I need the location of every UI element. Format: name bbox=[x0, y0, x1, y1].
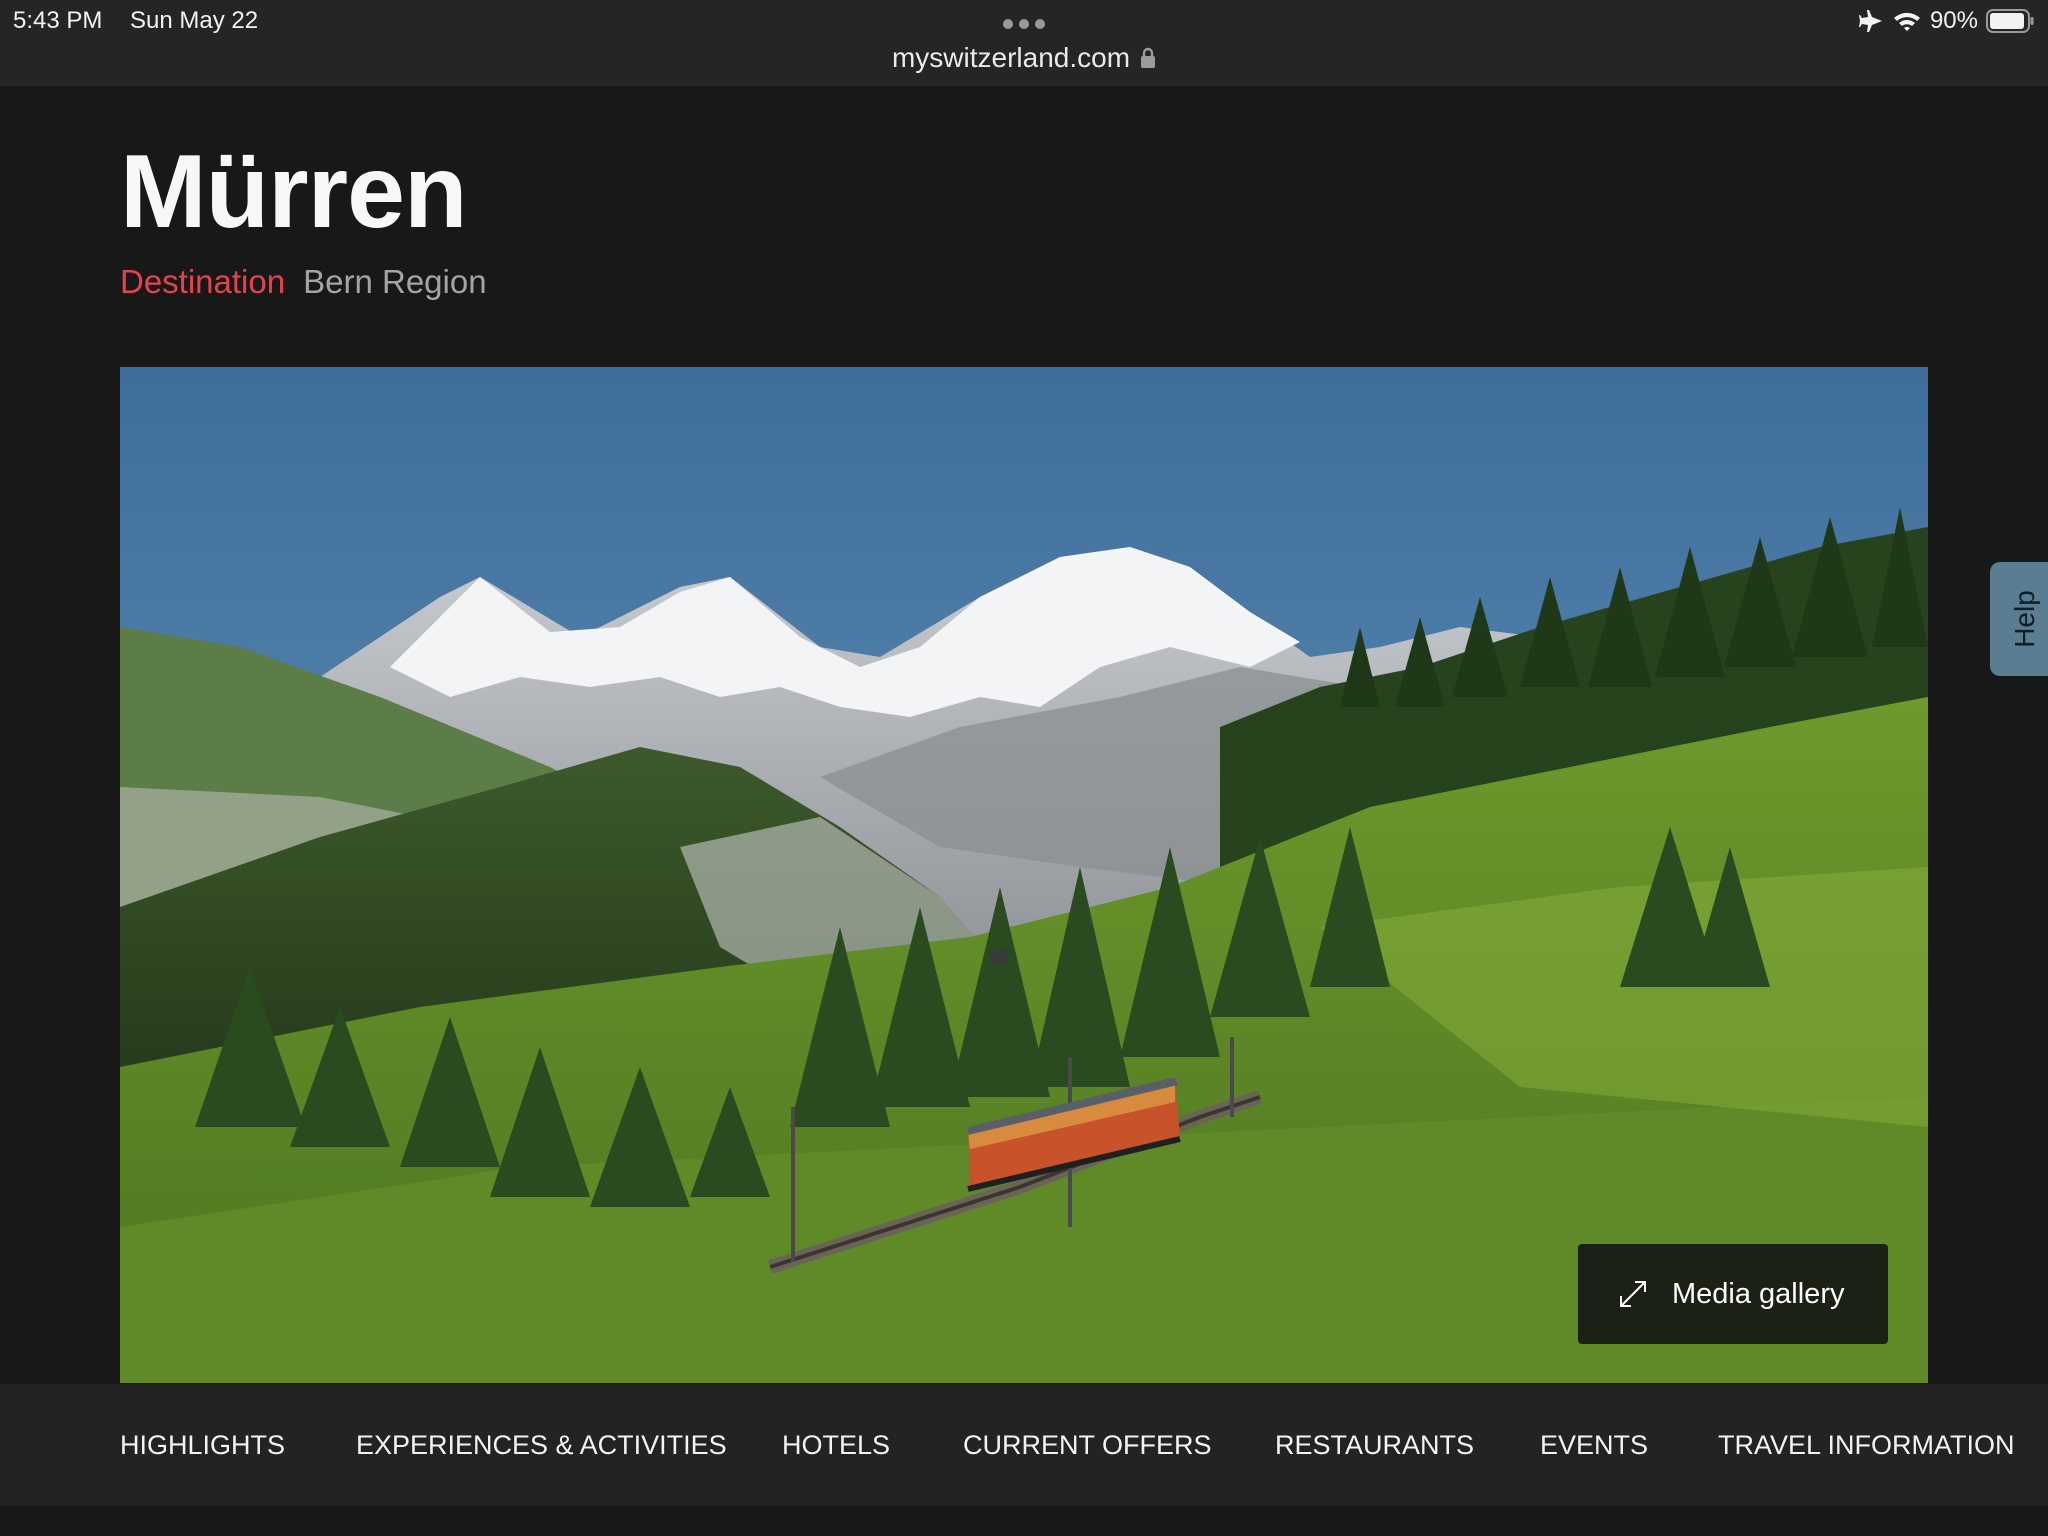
more-dots-icon[interactable] bbox=[1001, 18, 1047, 30]
battery-icon bbox=[1986, 9, 2034, 33]
nav-travel-information[interactable]: TRAVEL INFORMATION bbox=[1718, 1384, 2015, 1506]
help-label: Help bbox=[2009, 590, 2040, 648]
wifi-icon bbox=[1893, 12, 1920, 31]
page: 5:43 PM Sun May 22 myswitzerland.com 90% bbox=[0, 0, 2048, 1536]
nav-current-offers[interactable]: CURRENT OFFERS bbox=[963, 1384, 1212, 1506]
airplane-icon bbox=[1858, 10, 1882, 32]
url-text: myswitzerland.com bbox=[891, 42, 1131, 73]
destination-type-link[interactable]: Destination bbox=[120, 263, 285, 301]
lock-icon bbox=[1141, 47, 1156, 68]
nav-events[interactable]: EVENTS bbox=[1540, 1384, 1648, 1506]
status-time: 5:43 PM bbox=[13, 7, 103, 34]
media-gallery-label: Media gallery bbox=[1672, 1277, 1845, 1310]
media-gallery-button[interactable]: Media gallery bbox=[1578, 1244, 1888, 1344]
status-right: 90% bbox=[1858, 5, 2034, 37]
region-link[interactable]: Bern Region bbox=[303, 263, 486, 301]
address-bar[interactable]: myswitzerland.com bbox=[0, 40, 2048, 76]
battery-percent: 90% bbox=[1929, 7, 1978, 34]
nav-highlights[interactable]: HIGHLIGHTS bbox=[120, 1384, 285, 1506]
help-tab[interactable]: Help bbox=[1990, 562, 2048, 676]
nav-restaurants[interactable]: RESTAURANTS bbox=[1275, 1384, 1474, 1506]
hero-image[interactable] bbox=[120, 367, 1928, 1383]
nav-hotels[interactable]: HOTELS bbox=[782, 1384, 890, 1506]
nav-experiences-activities[interactable]: EXPERIENCES & ACTIVITIES bbox=[356, 1384, 727, 1506]
expand-icon bbox=[1620, 1281, 1646, 1307]
hero-landscape bbox=[120, 367, 1928, 1383]
status-bar: 5:43 PM Sun May 22 myswitzerland.com 90% bbox=[0, 0, 2048, 86]
status-date: Sun May 22 bbox=[130, 7, 259, 34]
breadcrumb: Destination Bern Region bbox=[120, 263, 487, 301]
page-title: Mürren bbox=[120, 134, 467, 250]
section-nav: HIGHLIGHTS EXPERIENCES & ACTIVITIES HOTE… bbox=[0, 1384, 2048, 1506]
